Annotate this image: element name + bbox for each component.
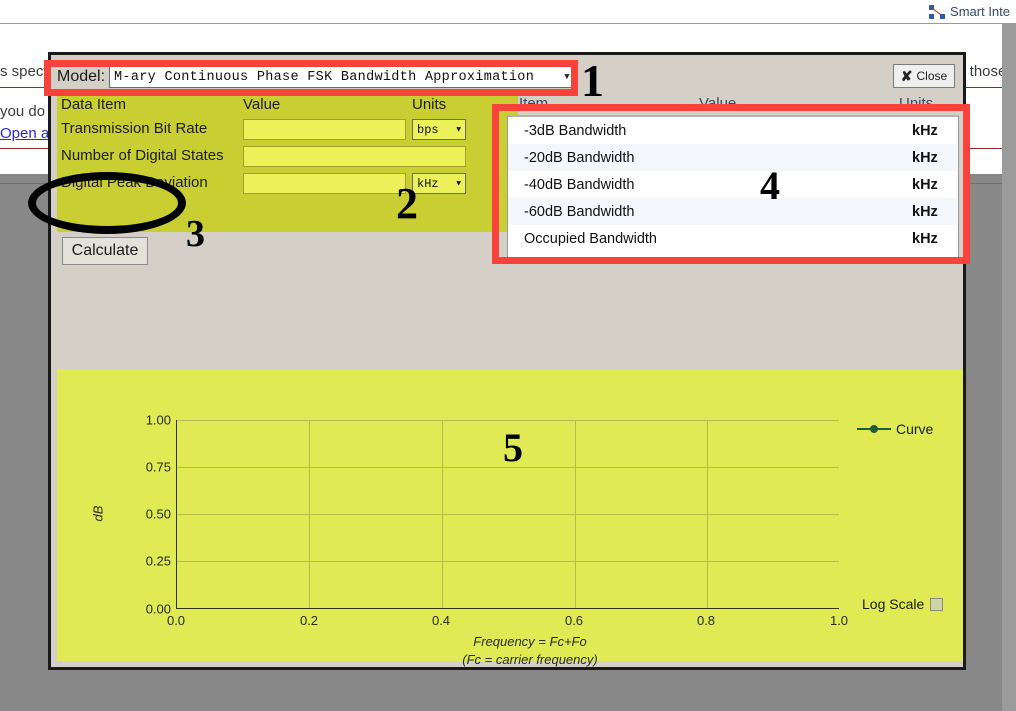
result-item-label: -20dB Bandwidth bbox=[524, 149, 635, 166]
input-form-panel: Data Item Value Units Transmission Bit R… bbox=[57, 93, 518, 232]
browser-topbar: Smart Inte bbox=[0, 0, 1016, 24]
label-transmission-bit-rate: Transmission Bit Rate bbox=[61, 120, 208, 137]
chevron-down-icon: ▼ bbox=[456, 179, 461, 188]
results-table: -3dB Bandwidth kHz -20dB Bandwidth kHz -… bbox=[507, 115, 959, 262]
result-item-units: kHz bbox=[912, 203, 938, 220]
result-item-units: kHz bbox=[912, 176, 938, 193]
form-row-bit-rate: Transmission Bit Rate bps ▼ bbox=[57, 117, 518, 144]
log-scale-label: Log Scale bbox=[862, 596, 925, 612]
bandwidth-calculator-dialog: Model: M-ary Continuous Phase FSK Bandwi… bbox=[48, 52, 966, 670]
model-dropdown-value: M-ary Continuous Phase FSK Bandwidth App… bbox=[114, 69, 535, 85]
model-dropdown[interactable]: M-ary Continuous Phase FSK Bandwidth App… bbox=[109, 66, 577, 88]
x-tick-label: 0.8 bbox=[696, 613, 716, 628]
bg-text-youdo: you do bbox=[0, 103, 46, 120]
y-tick-label: 1.00 bbox=[145, 412, 171, 428]
log-scale-checkbox[interactable] bbox=[930, 597, 944, 611]
y-tick-label: 0.00 bbox=[145, 601, 171, 617]
form-header-data-item: Data Item bbox=[61, 96, 127, 113]
chart-legend: Curve bbox=[857, 421, 933, 437]
close-x-icon: ✘ bbox=[900, 67, 913, 84]
calculate-button[interactable]: Calculate bbox=[62, 237, 148, 265]
x-tick-label: 0.0 bbox=[166, 613, 186, 628]
spectrum-chart: 1.00 0.75 0.50 0.25 0.00 0.0 0.2 0.4 0.6… bbox=[57, 369, 963, 667]
y-tick-label: 0.25 bbox=[145, 553, 171, 569]
table-row[interactable]: -20dB Bandwidth kHz bbox=[508, 144, 958, 171]
result-item-label: -60dB Bandwidth bbox=[524, 203, 635, 220]
table-row[interactable]: -60dB Bandwidth kHz bbox=[508, 198, 958, 225]
model-selector-row: Model: M-ary Continuous Phase FSK Bandwi… bbox=[57, 65, 577, 89]
bg-link-open[interactable]: Open a bbox=[0, 125, 49, 142]
brand-label: Smart Inte bbox=[950, 4, 1010, 19]
result-item-units: kHz bbox=[912, 230, 938, 247]
chart-gridline-h bbox=[177, 514, 839, 515]
chevron-down-icon: ▼ bbox=[564, 72, 570, 82]
chart-x-axis: 0.0 0.2 0.4 0.6 0.8 1.0 bbox=[167, 613, 848, 633]
log-scale-toggle[interactable]: Log Scale bbox=[862, 596, 944, 612]
result-item-label: -3dB Bandwidth bbox=[524, 122, 627, 139]
x-tick-label: 0.2 bbox=[299, 613, 319, 628]
units-dropdown-bit-rate[interactable]: bps ▼ bbox=[412, 119, 466, 140]
input-transmission-bit-rate[interactable] bbox=[243, 119, 406, 140]
results-header-item: Item bbox=[519, 95, 549, 112]
units-dropdown-peak-deviation[interactable]: kHz ▼ bbox=[412, 173, 466, 194]
form-row-peak-deviation: Digital Peak Deviation kHz ▼ bbox=[57, 171, 518, 198]
input-digital-peak-deviation[interactable] bbox=[243, 173, 406, 194]
close-button[interactable]: ✘ Close bbox=[893, 64, 955, 88]
label-digital-peak-deviation: Digital Peak Deviation bbox=[61, 174, 208, 191]
x-axis-label-main: Frequency = Fc+Fo bbox=[473, 634, 587, 649]
x-tick-label: 0.6 bbox=[564, 613, 584, 628]
input-number-of-digital-states[interactable] bbox=[243, 146, 466, 167]
result-item-label: -40dB Bandwidth bbox=[524, 176, 635, 193]
label-number-of-digital-states: Number of Digital States bbox=[61, 147, 224, 164]
close-button-label: Close bbox=[916, 69, 948, 83]
chevron-down-icon: ▼ bbox=[456, 125, 461, 134]
legend-label-curve: Curve bbox=[896, 421, 934, 437]
bg-text-spect: s spect bbox=[0, 63, 48, 80]
result-item-units: kHz bbox=[912, 149, 938, 166]
form-row-digital-states: Number of Digital States bbox=[57, 144, 518, 171]
chart-plot-area bbox=[176, 420, 839, 609]
result-item-units: kHz bbox=[912, 122, 938, 139]
network-icon bbox=[929, 4, 946, 19]
legend-line-icon bbox=[857, 424, 891, 434]
y-tick-label: 0.75 bbox=[145, 459, 171, 475]
y-tick-label: 0.50 bbox=[145, 506, 171, 522]
table-row[interactable]: -3dB Bandwidth kHz bbox=[508, 117, 958, 144]
results-panel: Item Value Units -3dB Bandwidth kHz -20d… bbox=[501, 93, 963, 271]
units-value-peak-deviation: kHz bbox=[417, 176, 439, 191]
page-scrollbar[interactable] bbox=[1002, 24, 1016, 711]
chart-gridline-h bbox=[177, 561, 839, 562]
chart-y-axis: 1.00 0.75 0.50 0.25 0.00 bbox=[121, 413, 171, 617]
x-tick-label: 0.4 bbox=[431, 613, 451, 628]
chart-top-rule bbox=[177, 420, 839, 421]
chart-x-axis-label: Frequency = Fc+Fo (Fc = carrier frequenc… bbox=[57, 633, 963, 668]
chart-y-axis-label: dB bbox=[90, 505, 106, 522]
results-header-units: Units bbox=[899, 95, 934, 112]
x-axis-label-note: (Fc = carrier frequency) bbox=[462, 651, 598, 667]
form-header-value: Value bbox=[243, 96, 281, 113]
model-label: Model: bbox=[57, 68, 106, 85]
table-row[interactable]: -40dB Bandwidth kHz bbox=[508, 171, 958, 198]
table-row[interactable]: Occupied Bandwidth kHz bbox=[508, 225, 958, 252]
form-header-units: Units bbox=[412, 96, 447, 113]
results-header-value: Value bbox=[699, 95, 737, 112]
x-tick-label: 1.0 bbox=[829, 613, 849, 628]
units-value-bit-rate: bps bbox=[417, 122, 439, 137]
chart-gridline-h bbox=[177, 467, 839, 468]
result-item-label: Occupied Bandwidth bbox=[524, 230, 657, 247]
